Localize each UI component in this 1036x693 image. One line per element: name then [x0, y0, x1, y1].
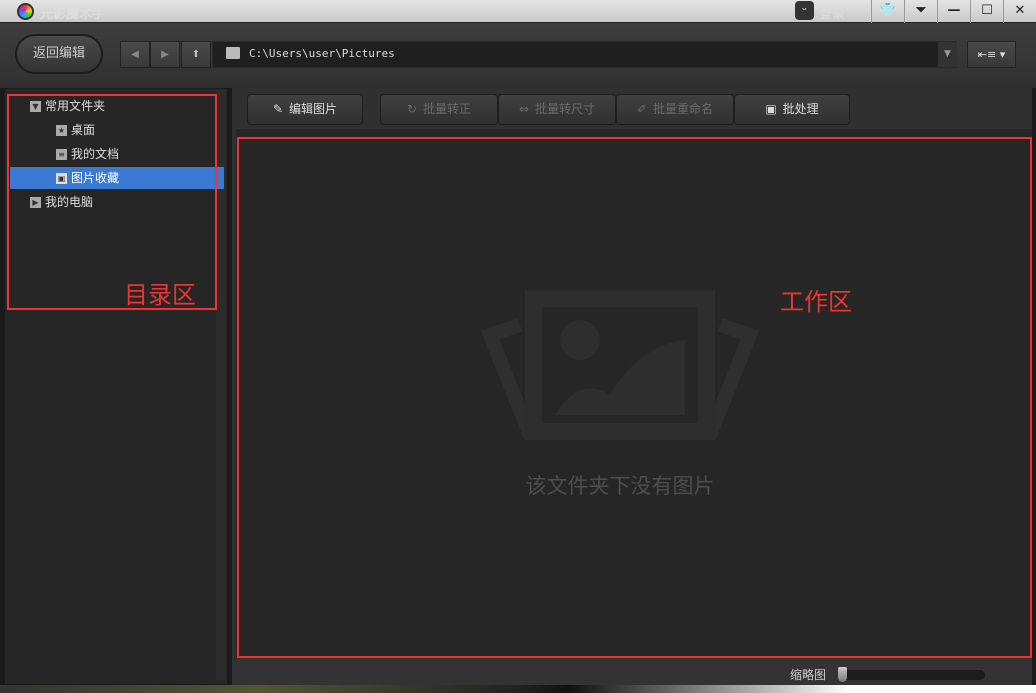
rotate-icon: ↻: [407, 102, 417, 116]
nav-back-button[interactable]: ◀: [120, 41, 150, 68]
menu-button[interactable]: ⏷: [904, 0, 937, 23]
nav-forward-button[interactable]: ▶: [150, 41, 180, 68]
button-label: 批量转尺寸: [535, 102, 595, 116]
back-to-edit-button[interactable]: 返回编辑: [15, 34, 103, 74]
skin-button[interactable]: 👕: [871, 0, 904, 23]
work-annotation-label: 工作区: [780, 282, 852, 317]
resize-icon: ⇔: [519, 102, 529, 116]
images-icon: ▣: [765, 102, 776, 116]
thumbnail-size-slider[interactable]: [838, 670, 985, 680]
button-label: 编辑图片: [289, 102, 337, 116]
pencil-icon: ✎: [273, 102, 283, 116]
user-avatar-icon[interactable]: ᵕ: [795, 1, 814, 20]
app-logo-icon: [17, 3, 34, 20]
view-mode-button[interactable]: ⇤≡ ▾: [967, 41, 1016, 68]
rename-icon: ✐: [637, 102, 647, 116]
path-dropdown-button[interactable]: ▼: [937, 42, 957, 67]
path-text[interactable]: C:\Users\user\Pictures: [249, 47, 395, 60]
batch-rotate-button[interactable]: ↻ 批量转正: [380, 94, 498, 125]
nav-up-button[interactable]: ⬆: [181, 41, 211, 68]
maximize-button[interactable]: ☐: [970, 0, 1003, 23]
folder-icon: [226, 47, 240, 59]
edit-image-button[interactable]: ✎ 编辑图片: [247, 94, 363, 125]
batch-resize-button[interactable]: ⇔ 批量转尺寸: [498, 94, 616, 125]
login-link[interactable]: 登录: [819, 3, 845, 22]
slider-handle[interactable]: [838, 667, 847, 682]
work-annotation-box: [237, 137, 1032, 658]
thumbnail-size-label: 缩略图: [790, 666, 826, 683]
minimize-button[interactable]: —: [937, 0, 970, 23]
batch-rename-button[interactable]: ✐ 批量重命名: [616, 94, 734, 125]
sidebar-annotation-label: 目录区: [124, 275, 196, 310]
button-label: 批量重命名: [653, 102, 713, 116]
batch-process-button[interactable]: ▣ 批处理: [734, 94, 850, 125]
desktop-background: [0, 685, 1036, 693]
button-label: 批量转正: [423, 102, 471, 116]
button-label: 批处理: [783, 102, 819, 116]
app-title: 光影魔术手: [40, 3, 105, 22]
close-button[interactable]: ✕: [1003, 0, 1036, 23]
